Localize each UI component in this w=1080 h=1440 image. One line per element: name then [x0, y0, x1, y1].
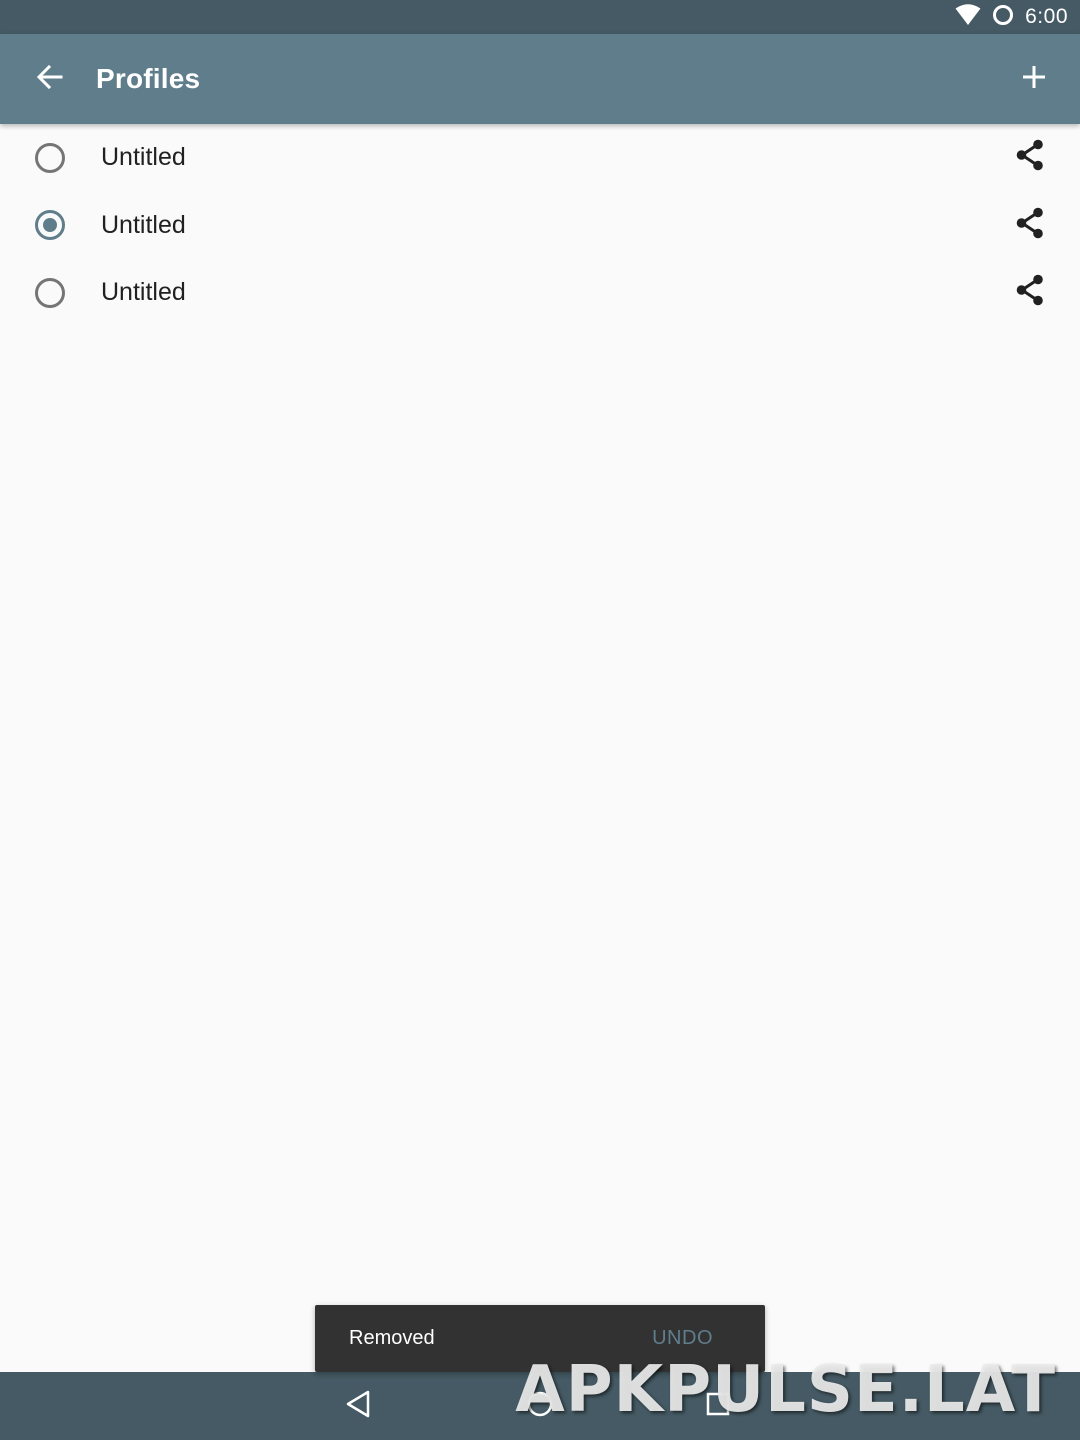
status-icons: 6:00	[955, 0, 1068, 34]
share-button[interactable]	[1010, 273, 1050, 313]
share-icon	[1015, 207, 1045, 244]
profile-label: Untitled	[101, 278, 186, 306]
profile-radio[interactable]	[35, 277, 65, 308]
undo-button[interactable]: UNDO	[652, 1305, 713, 1372]
profile-radio[interactable]	[35, 142, 65, 173]
nav-back-button[interactable]	[334, 1382, 382, 1430]
snackbar-message: Removed	[349, 1327, 435, 1349]
navigation-bar	[0, 1372, 1080, 1440]
status-bar: 6:00	[0, 0, 1080, 34]
share-button[interactable]	[1010, 205, 1050, 245]
profile-row[interactable]: Untitled	[0, 259, 1080, 327]
profile-list: Untitled Untitled Untitled	[0, 124, 1080, 327]
nav-home-button[interactable]	[516, 1382, 564, 1430]
profile-label: Untitled	[101, 210, 186, 239]
share-icon	[1015, 274, 1045, 311]
app-bar: Profiles	[0, 34, 1080, 124]
page-title: Profiles	[96, 63, 201, 94]
status-time: 6:00	[1025, 5, 1068, 28]
arrow-back-icon	[36, 63, 64, 96]
recents-square-icon	[705, 1391, 731, 1422]
add-profile-button[interactable]	[1010, 55, 1058, 103]
plus-icon	[1022, 65, 1046, 94]
profile-radio[interactable]	[35, 210, 65, 241]
nav-recents-button[interactable]	[694, 1382, 742, 1430]
sync-circle-icon	[991, 3, 1015, 32]
snackbar: Removed UNDO	[315, 1305, 765, 1372]
profile-label: Untitled	[101, 143, 186, 171]
share-icon	[1015, 139, 1045, 176]
back-button[interactable]	[26, 55, 74, 103]
wifi-icon	[955, 3, 981, 31]
home-circle-icon	[526, 1390, 554, 1423]
share-button[interactable]	[1010, 138, 1050, 178]
profile-row[interactable]: Untitled	[0, 124, 1080, 192]
back-triangle-icon	[344, 1389, 372, 1424]
profile-row[interactable]: Untitled	[0, 192, 1080, 260]
